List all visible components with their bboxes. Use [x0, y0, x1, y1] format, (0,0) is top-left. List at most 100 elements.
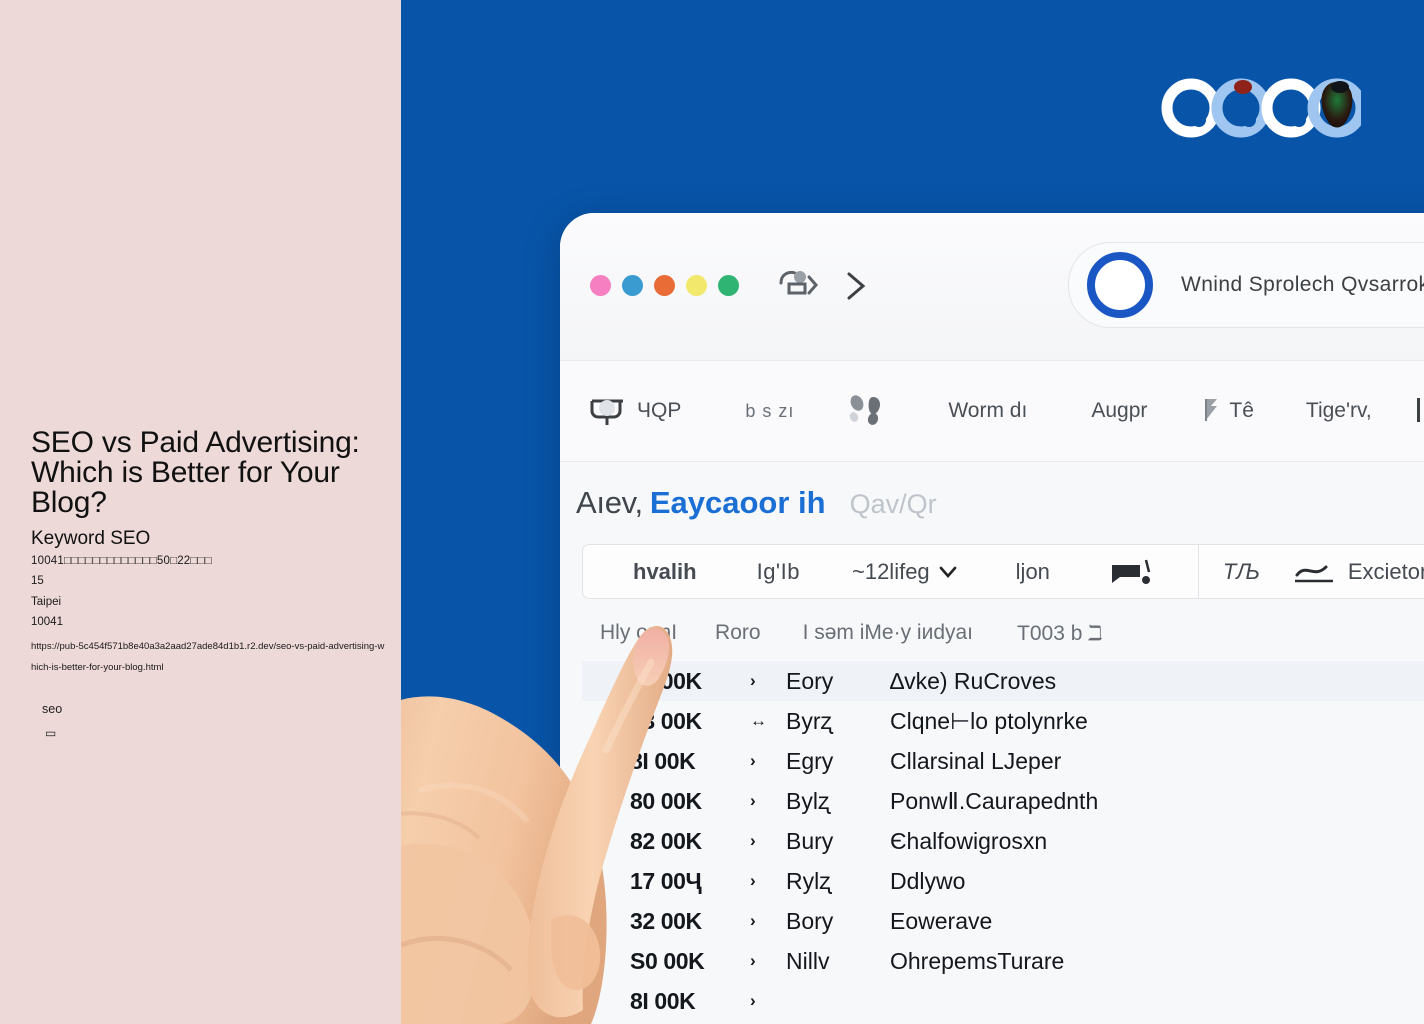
filter-item-3[interactable]: ljon [1016, 559, 1050, 585]
row-trend-icon: › [750, 991, 756, 1010]
row-metric: 82 00K [630, 827, 702, 854]
meta-line: Taipei [31, 596, 62, 608]
heading-part-c: Qav/Qr [849, 489, 937, 519]
keyword-label: Keyword SEO [31, 528, 151, 549]
row-tag: Eory [786, 667, 834, 694]
meta-line: 10041□□□□□□□□□□□□□50□22□□□ [31, 555, 212, 567]
row-metric: 68 00K [630, 667, 702, 694]
table-row[interactable]: 80 00K › Bylʐ PonwⅡ.Caurapednth [582, 781, 1424, 821]
window-dot-yellow[interactable] [686, 275, 707, 296]
address-bar[interactable]: Wnind Sprolech Qvsarroking ?mats Qztl ··… [1068, 242, 1424, 328]
window-dot-pink[interactable] [590, 275, 611, 296]
toolbar-item-7[interactable]: nloirs [1412, 391, 1424, 431]
toolbar-item-3[interactable]: Worm dı [944, 399, 1027, 423]
four-ring-logo-icon [1161, 78, 1361, 138]
row-name: PonwⅡ.Caurapednth [890, 787, 1099, 814]
filter-item-7[interactable]: Excietonı [1348, 559, 1424, 585]
chevron-right-icon[interactable] [838, 266, 872, 306]
row-metric: S0 00K [630, 947, 705, 974]
row-metric: 17 00Ҷ [630, 867, 702, 894]
row-trend-icon: › [750, 951, 756, 970]
toolbar-item-2[interactable] [846, 391, 892, 431]
speech-bubble-icon [1111, 559, 1151, 584]
toolbar-label: Worm dı [948, 399, 1028, 422]
table-row[interactable]: 8Ӏ 00K › [582, 981, 1424, 1021]
row-tag: Byrʐ [786, 707, 832, 734]
app-toolbar: ЧQP b s zı Worm dı Augpr Tê Tige'rv, [560, 361, 1424, 462]
bar-icon [1416, 398, 1420, 422]
blue-stage: Wnind Sprolech Qvsarroking ?mats Qztl ··… [401, 0, 1424, 1024]
filter-dropdown[interactable]: ~12lifeg [852, 559, 960, 585]
row-name: ∆vke) RuCroves [890, 667, 1057, 694]
toolbar-label: Tige'rv, [1305, 399, 1372, 422]
row-trend-icon: › [750, 911, 756, 930]
back-arrow-icon[interactable] [775, 265, 821, 305]
tofu-glyph-icon: ▭ [45, 726, 57, 740]
column-header[interactable]: Roro [715, 621, 761, 645]
row-trend-icon: ↔ [750, 711, 767, 730]
row-name: OhrepemsTurare [890, 947, 1065, 974]
window-control-dots[interactable] [590, 275, 739, 296]
table-row[interactable]: 68 00K › Eory ∆vke) RuCroves [582, 661, 1424, 701]
filter-item-active[interactable]: hvalih [633, 559, 697, 585]
toolbar-item-6[interactable]: Tige'rv, [1302, 399, 1372, 423]
row-name: Clqne⊢lo ptolynrke [890, 707, 1088, 734]
toolbar-item-1[interactable]: b s zı [741, 401, 794, 422]
row-trend-icon: › [750, 831, 756, 850]
table-row[interactable]: S0 00K › Nillv OhrepemsTurare [582, 941, 1424, 981]
seo-keyword-text: seo [42, 702, 63, 716]
window-dot-blue[interactable] [622, 275, 643, 296]
row-tag: Bury [786, 827, 834, 854]
row-tag: Nillv [786, 947, 830, 974]
row-tag: Rylʐ [786, 867, 831, 894]
trend-line-icon [1294, 565, 1333, 582]
column-header[interactable]: Hly ounI [600, 621, 677, 645]
filter-divider [1197, 545, 1199, 598]
row-metric: 8Ӏ 00K [630, 987, 696, 1014]
rounded-square-icon [590, 399, 623, 425]
table-row[interactable]: 8I 00K › Egry Cllarsinal LJeper [582, 741, 1424, 781]
flag-icon [1205, 399, 1218, 421]
row-metric: 80 00K [630, 787, 702, 814]
toolbar-label: b s zı [745, 400, 795, 421]
table-row[interactable]: 32 00K › Bory Eowerave [582, 901, 1424, 941]
toolbar-item-4[interactable]: Augpr [1087, 399, 1147, 423]
source-url[interactable]: https://pub-5c454f571b8e40a3a2aad27ade84… [31, 636, 387, 678]
filter-item-5[interactable]: TЉ [1223, 559, 1260, 585]
row-trend-icon: › [750, 871, 756, 890]
results-table: 68 00K › Eory ∆vke) RuCroves 13 00K ↔ By… [582, 661, 1424, 1024]
column-header[interactable]: I səm iMe·y iиdyaı [803, 621, 973, 645]
footprints-icon [850, 395, 881, 425]
meta-line: 10041 [31, 616, 63, 628]
heading-part-b: Eaycaoor ih [649, 485, 826, 520]
table-row[interactable]: 13 00K ↔ Byrʐ Clqne⊢lo ptolynrke [582, 701, 1424, 741]
filter-item-6[interactable] [1292, 557, 1338, 587]
address-bar-text: Wnind Sprolech Qvsarroking ?mats Qztl ··… [1181, 273, 1424, 296]
row-tag: Bory [786, 907, 834, 934]
window-dot-green[interactable] [718, 275, 739, 296]
toolbar-label: Tê [1229, 399, 1254, 422]
toolbar-label: Augpr [1091, 399, 1148, 422]
window-dot-orange[interactable] [654, 275, 675, 296]
toolbar-item-5[interactable]: Tê [1199, 391, 1254, 431]
table-row[interactable]: 17 00Ҷ › Rylʐ Ddlywo [582, 861, 1424, 901]
row-metric: 13 00K [630, 707, 702, 734]
browser-chrome-bar: Wnind Sprolech Qvsarroking ?mats Qztl ··… [560, 213, 1424, 361]
row-metric: 32 00K [630, 907, 702, 934]
row-name: Ddlywo [890, 867, 966, 894]
filter-item-1[interactable]: Ig'Ib [757, 559, 800, 585]
row-trend-icon: › [750, 791, 756, 810]
content-heading: Aıev, Eaycaoor ih Qav/Qr [576, 485, 937, 521]
heading-part-a: Aıev, [576, 485, 643, 520]
row-name: Cllarsinal LJeper [890, 747, 1062, 774]
filter-item-4[interactable] [1108, 555, 1160, 589]
page-loading-circle-icon [1087, 252, 1153, 318]
filter-bar[interactable]: hvalih Ig'Ib ~12lifeg ljon TЉ Excieto [582, 544, 1424, 599]
chevron-down-icon [939, 566, 956, 578]
column-header[interactable]: T003 b ℶ [1017, 621, 1102, 646]
table-row[interactable]: 82 00K › Bury Єhalfowigrosxn [582, 821, 1424, 861]
toolbar-item-0[interactable]: ЧQP [583, 391, 681, 431]
page-title: SEO vs Paid Advertising: Which is Better… [31, 426, 360, 519]
row-tag: Egry [786, 747, 834, 774]
filter-dropdown-label: ~12lifeg [851, 558, 930, 584]
